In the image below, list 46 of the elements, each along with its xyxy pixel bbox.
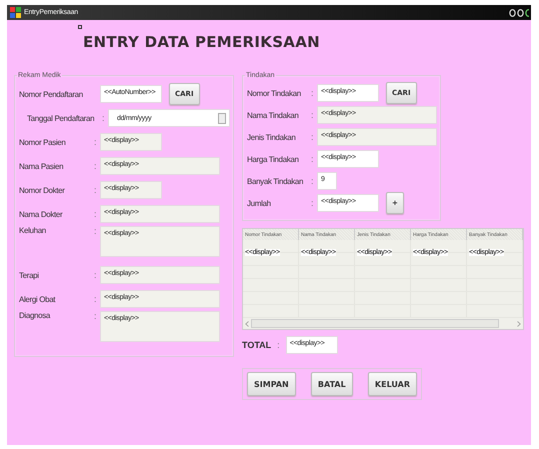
colon: :: [102, 113, 105, 123]
field-label: Alergi Obat: [19, 294, 56, 304]
square-icon: [78, 25, 82, 29]
colon: :: [94, 311, 97, 321]
scroll-right-icon[interactable]: [517, 320, 521, 326]
maximize-icon[interactable]: [517, 8, 524, 16]
field-label: Nama Pasien: [19, 162, 64, 170]
colon: :: [311, 198, 314, 208]
field-label: Tanggal Pendaftaran: [27, 114, 96, 122]
field-label: Nomor Pendaftaran: [19, 90, 84, 98]
field-label: Diagnosa: [19, 311, 52, 320]
colon: :: [94, 185, 97, 195]
date-picker-icon[interactable]: [218, 112, 226, 124]
horizontal-scrollbar[interactable]: [243, 318, 523, 329]
app-icon: [10, 7, 21, 18]
colon: :: [94, 161, 97, 171]
field-label: Nama Dokter: [19, 210, 64, 218]
field-label: Jenis Tindakan: [247, 132, 296, 142]
action-button[interactable]: SIMPAN: [247, 372, 296, 396]
colon: :: [94, 270, 97, 280]
colon: :: [277, 340, 280, 350]
field-label: Nomor Dokter: [19, 186, 66, 194]
field-label: Nomor Pasien: [19, 138, 66, 146]
field-label: Keluhan: [19, 226, 47, 235]
colon: :: [94, 226, 97, 236]
minimize-icon[interactable]: [509, 8, 516, 16]
form-heading: ENTRY DATA PEMERIKSAAN: [83, 32, 320, 50]
colon: :: [311, 88, 314, 98]
colon: :: [311, 154, 314, 164]
field-label: Nomor Tindakan: [247, 88, 302, 98]
scroll-left-icon[interactable]: [245, 320, 249, 326]
action-button[interactable]: BATAL: [310, 372, 353, 396]
total-label: TOTAL: [242, 340, 272, 350]
field-label: Nama Tindakan: [247, 110, 300, 120]
field-label: Harga Tindakan: [247, 154, 300, 164]
colon: :: [94, 209, 97, 219]
field-label: Banyak Tindakan: [247, 176, 304, 186]
colon: :: [311, 176, 314, 186]
field-label: Jumlah: [247, 198, 272, 208]
field-label: Terapi: [19, 270, 40, 280]
colon: :: [311, 110, 314, 120]
colon: :: [94, 137, 97, 147]
action-button[interactable]: KELUAR: [368, 372, 417, 396]
close-icon[interactable]: [525, 8, 529, 16]
colon: :: [94, 294, 97, 304]
colon: :: [311, 132, 314, 142]
